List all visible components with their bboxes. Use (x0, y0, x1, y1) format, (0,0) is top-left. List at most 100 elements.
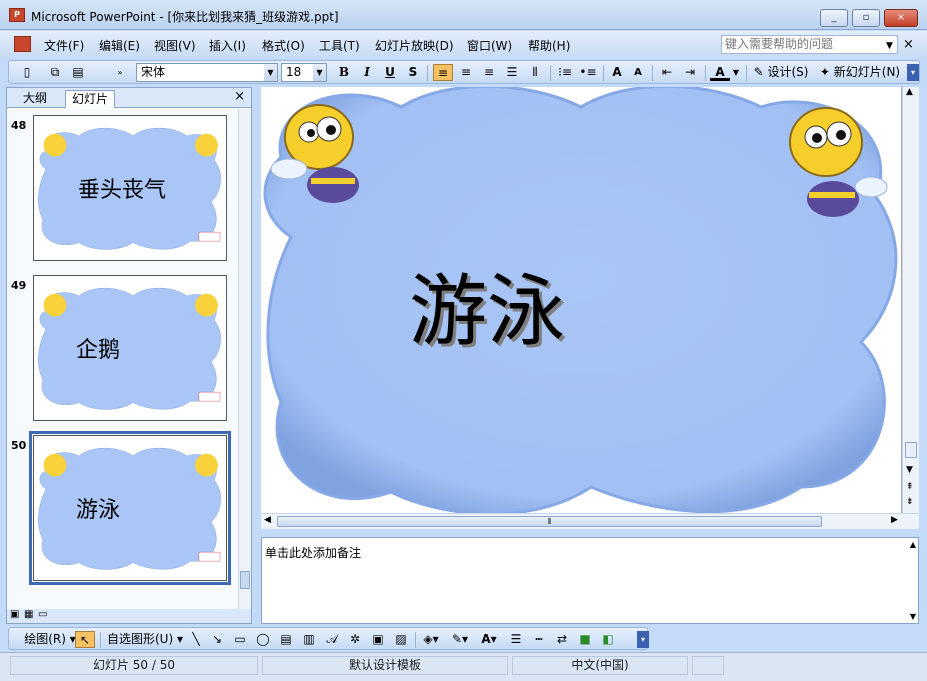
text-direction-button[interactable]: ⦀ (525, 64, 545, 81)
menu-view[interactable]: 视图(V) (154, 37, 196, 54)
status-bar: 幻灯片 50 / 50 默认设计模板 中文(中国) (0, 652, 927, 681)
slideshow-view-icon[interactable]: ▭ (38, 609, 47, 620)
powerpoint-app-icon[interactable]: P (9, 8, 25, 22)
toolbar-overflow-icon[interactable]: » (115, 64, 125, 81)
scrollbar-thumb[interactable]: ⦀ (277, 516, 822, 527)
document-close-button[interactable]: × (903, 37, 914, 52)
textbox-tool-icon[interactable]: ▤ (277, 631, 295, 648)
toolbar-options-icon[interactable]: ▾ (907, 64, 919, 81)
document-icon[interactable] (14, 36, 31, 52)
help-search-input[interactable]: 键入需要帮助的问题 (721, 35, 898, 54)
vertical-textbox-icon[interactable]: ▥ (300, 631, 318, 648)
select-pointer-icon[interactable]: ↖ (75, 631, 95, 648)
align-left-button[interactable]: ≡ (433, 64, 453, 81)
slide-horizontal-scrollbar[interactable]: ◀ ⦀ ▶ (261, 513, 919, 529)
normal-view-icon[interactable]: ▣ (10, 609, 19, 620)
scrollbar-thumb[interactable] (240, 571, 250, 589)
menu-help[interactable]: 帮助(H) (528, 37, 570, 54)
maximize-button[interactable]: ▫ (852, 9, 880, 27)
scroll-down-icon[interactable]: ▼ (910, 612, 916, 621)
autoshapes-button[interactable]: 自选图形(U) ▾ (105, 631, 185, 648)
numbering-icon[interactable]: ⁝≡ (555, 64, 575, 81)
text-shadow-button[interactable]: S (404, 64, 422, 81)
scroll-right-icon[interactable]: ▶ (891, 515, 898, 525)
font-size-select[interactable]: 18 ▼ (281, 63, 327, 82)
wordart-icon[interactable]: 𝒜 (323, 631, 341, 648)
help-dropdown-icon[interactable]: ▼ (886, 41, 893, 51)
slide-sorter-icon[interactable]: ▦ (24, 609, 33, 620)
toolbar-options-icon[interactable]: ▾ (637, 631, 649, 648)
slide-vertical-scrollbar[interactable]: ▲ ▼ ⇞ ⇟ (902, 87, 919, 513)
new-slide-button[interactable]: ✦ 新幻灯片(N) (815, 64, 905, 81)
scroll-left-icon[interactable]: ◀ (264, 515, 271, 525)
increase-indent-icon[interactable]: ⇥ (680, 64, 700, 81)
picture-icon[interactable]: ▨ (392, 631, 410, 648)
toolbar-separator (415, 632, 416, 648)
menu-tools[interactable]: 工具(T) (319, 37, 360, 54)
clipart-icon[interactable]: ▣ (369, 631, 387, 648)
font-color-dropdown-icon[interactable]: ▼ (731, 64, 741, 81)
design-template-name[interactable]: 默认设计模板 (262, 656, 508, 675)
slide-thumbnail-48[interactable]: 垂头丧气 (33, 115, 227, 261)
menu-file[interactable]: 文件(F) (44, 37, 84, 54)
thumbnail-number: 50 (11, 439, 27, 452)
text-color-icon[interactable]: A▾ (478, 631, 500, 648)
font-name-select[interactable]: 宋体 ▼ (136, 63, 278, 82)
oval-tool-icon[interactable]: ◯ (254, 631, 272, 648)
scrollbar-thumb[interactable] (905, 442, 917, 458)
menu-slideshow[interactable]: 幻灯片放映(D) (375, 37, 454, 54)
justify-button[interactable]: ☰ (502, 64, 522, 81)
rectangle-tool-icon[interactable]: ▭ (231, 631, 249, 648)
tab-slides[interactable]: 幻灯片 (65, 90, 116, 108)
close-button[interactable]: × (884, 9, 918, 27)
slides-pane: 大纲 幻灯片 × 48 垂头丧气 49 企鹅 50 游泳 ▣ ▦ ▭ (6, 87, 252, 624)
tab-outline[interactable]: 大纲 (17, 90, 53, 108)
diagram-icon[interactable]: ✲ (346, 631, 364, 648)
notes-pane[interactable]: 单击此处添加备注 ▲ ▼ (261, 537, 919, 624)
previous-slide-icon[interactable]: ⇞ (906, 482, 914, 492)
scroll-down-icon[interactable]: ▼ (906, 465, 913, 475)
dash-style-icon[interactable]: ┅ (530, 631, 548, 648)
slide-word-text[interactable]: 游泳 (409, 249, 565, 361)
scroll-up-icon[interactable]: ▲ (910, 540, 916, 549)
underline-button[interactable]: U (381, 64, 399, 81)
cloud-shape-icon (263, 87, 898, 513)
scroll-up-icon[interactable]: ▲ (906, 87, 913, 97)
arrow-tool-icon[interactable]: ↘ (208, 631, 226, 648)
font-color-button[interactable]: A (710, 64, 730, 81)
shadow-style-icon[interactable]: ■ (576, 631, 594, 648)
bullets-icon[interactable]: •≡ (578, 64, 598, 81)
arrow-style-icon[interactable]: ⇄ (553, 631, 571, 648)
pane-close-button[interactable]: × (234, 89, 245, 104)
current-slide[interactable]: 游泳 (261, 87, 901, 513)
slide-thumbnail-49[interactable]: 企鹅 (33, 275, 227, 421)
next-slide-icon[interactable]: ⇟ (906, 497, 914, 507)
paste-icon[interactable]: ▤ (69, 64, 87, 81)
align-center-button[interactable]: ≡ (456, 64, 476, 81)
italic-button[interactable]: I (358, 64, 376, 81)
line-style-icon[interactable]: ☰ (507, 631, 525, 648)
copy-icon[interactable]: ⧉ (47, 64, 63, 81)
notes-placeholder[interactable]: 单击此处添加备注 (265, 544, 361, 561)
increase-font-size-button[interactable]: A (608, 64, 626, 81)
draw-menu-button[interactable]: 绘图(R) ▾ (19, 631, 81, 648)
line-tool-icon[interactable]: ╲ (187, 631, 205, 648)
menu-insert[interactable]: 插入(I) (209, 37, 246, 54)
decrease-font-size-button[interactable]: A (629, 64, 647, 81)
bold-button[interactable]: B (335, 64, 353, 81)
new-document-icon[interactable]: ▯ (19, 64, 35, 81)
menu-edit[interactable]: 编辑(E) (99, 37, 140, 54)
decrease-indent-icon[interactable]: ⇤ (657, 64, 677, 81)
3d-style-icon[interactable]: ◧ (599, 631, 617, 648)
design-button[interactable]: ✎ 设计(S) (751, 64, 811, 81)
line-color-icon[interactable]: ✎▾ (449, 631, 471, 648)
slide-thumbnail-50[interactable]: 游泳 (29, 431, 231, 585)
fill-color-icon[interactable]: ◈▾ (420, 631, 442, 648)
menu-format[interactable]: 格式(O) (262, 37, 305, 54)
menu-window[interactable]: 窗口(W) (467, 37, 512, 54)
font-size-dropdown-icon[interactable]: ▼ (313, 64, 326, 81)
font-name-dropdown-icon[interactable]: ▼ (264, 64, 277, 81)
minimize-button[interactable]: _ (820, 9, 848, 27)
align-right-button[interactable]: ≡ (479, 64, 499, 81)
thumbnail-scrollbar[interactable] (238, 109, 251, 609)
